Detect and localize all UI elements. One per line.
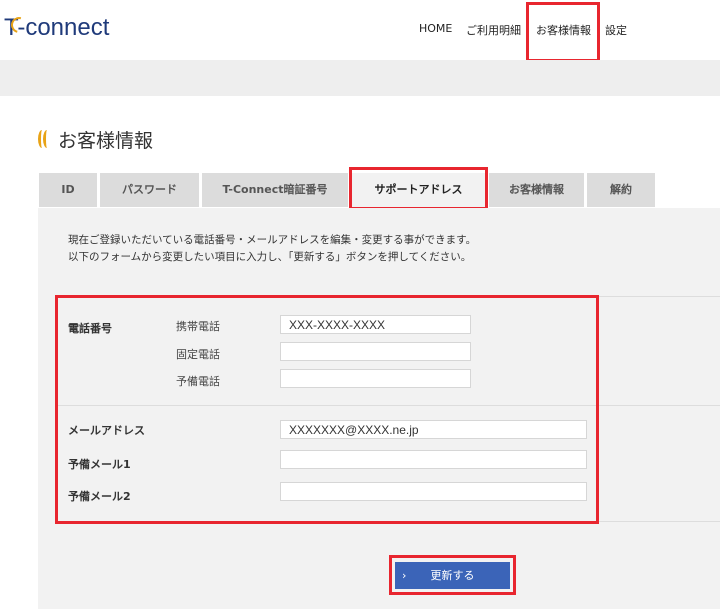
tab-password[interactable]: パスワード	[99, 172, 200, 208]
tconnect-logo[interactable]: T-connect	[4, 14, 109, 44]
intro-line-1: 現在ご登録いただいている電話番号・メールアドレスを編集・変更する事ができます。	[68, 234, 477, 246]
nav-home[interactable]: HOME	[419, 22, 452, 35]
highlight-nav-customer-info	[526, 2, 600, 62]
highlight-update-button	[389, 555, 516, 595]
intro-line-2: 以下のフォームから変更したい項目に入力し、「更新する」ボタンを押してください。	[68, 251, 472, 263]
title-mark-icon	[38, 130, 52, 150]
intro-text: 現在ご登録いただいている電話番号・メールアドレスを編集・変更する事ができます。 …	[68, 232, 476, 266]
page-title: お客様情報	[58, 130, 154, 152]
highlight-tab-support-address	[349, 167, 488, 210]
tab-tconnect-pin[interactable]: T-Connect暗証番号	[201, 172, 349, 208]
tab-customer-info[interactable]: お客様情報	[488, 172, 585, 208]
nav-usage-details[interactable]: ご利用明細	[466, 22, 521, 38]
highlight-contact-form	[55, 295, 599, 524]
header-band	[0, 60, 720, 96]
nav-settings[interactable]: 設定	[605, 22, 627, 38]
tab-id[interactable]: ID	[38, 172, 98, 208]
tab-cancel[interactable]: 解約	[586, 172, 656, 208]
